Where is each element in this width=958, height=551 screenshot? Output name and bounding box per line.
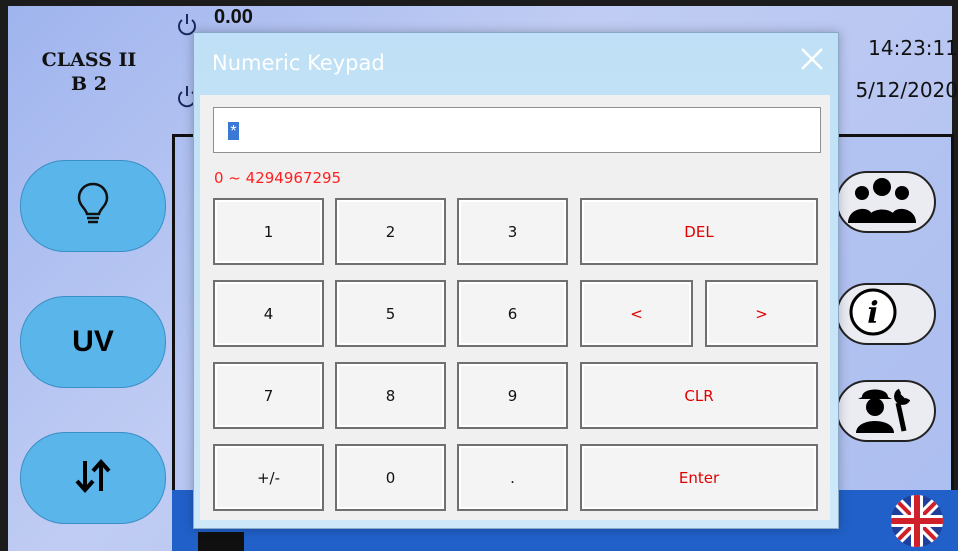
uk-flag-icon[interactable] — [891, 495, 943, 547]
clock-time: 14:23:11 — [868, 36, 958, 60]
dialog-title: Numeric Keypad — [212, 51, 385, 75]
class-line1: CLASS II — [41, 49, 137, 71]
uv-button[interactable]: UV — [20, 296, 166, 388]
class-label: CLASS II B 2 — [28, 48, 150, 96]
key-0[interactable]: 0 — [335, 444, 446, 511]
close-icon[interactable] — [796, 43, 828, 75]
key-9[interactable]: 9 — [457, 362, 568, 429]
keypad-input[interactable]: * — [213, 107, 821, 153]
key-6[interactable]: 6 — [457, 280, 568, 347]
range-hint: 0 ~ 4294967295 — [214, 169, 342, 187]
key-3[interactable]: 3 — [457, 198, 568, 265]
input-value: * — [228, 122, 239, 140]
frame-top — [0, 0, 958, 6]
bottom-indicator — [198, 532, 244, 551]
svg-text:i: i — [867, 296, 878, 331]
key-cursor-right[interactable]: > — [705, 280, 818, 347]
uv-label: UV — [72, 325, 114, 358]
key-decimal[interactable]: . — [457, 444, 568, 511]
key-delete[interactable]: DEL — [580, 198, 818, 265]
key-7[interactable]: 7 — [213, 362, 324, 429]
clock-date: 5/12/2020 — [855, 78, 958, 102]
key-cursor-left[interactable]: < — [580, 280, 693, 347]
sort-button[interactable] — [20, 432, 166, 524]
users-icon — [848, 175, 916, 230]
numeric-keypad-dialog: Numeric Keypad * 0 ~ 4294967295 1 2 3 DE… — [193, 32, 839, 529]
key-2[interactable]: 2 — [335, 198, 446, 265]
key-4[interactable]: 4 — [213, 280, 324, 347]
info-icon: i — [848, 287, 898, 342]
service-worker-icon — [848, 383, 911, 440]
key-clear[interactable]: CLR — [580, 362, 818, 429]
service-button[interactable] — [836, 380, 936, 442]
light-button[interactable] — [20, 160, 166, 252]
key-enter[interactable]: Enter — [580, 444, 818, 511]
key-5[interactable]: 5 — [335, 280, 446, 347]
users-button[interactable] — [836, 171, 936, 233]
frame-left — [0, 0, 8, 551]
sort-arrows-icon — [73, 457, 113, 500]
class-line2: B 2 — [71, 73, 107, 95]
lightbulb-icon — [76, 181, 110, 232]
top-value: 0.00 — [214, 6, 253, 28]
key-1[interactable]: 1 — [213, 198, 324, 265]
key-sign[interactable]: +/- — [213, 444, 324, 511]
key-8[interactable]: 8 — [335, 362, 446, 429]
info-button[interactable]: i — [836, 283, 936, 345]
dialog-body: * 0 ~ 4294967295 1 2 3 DEL 4 5 6 < > 7 8… — [200, 95, 830, 520]
